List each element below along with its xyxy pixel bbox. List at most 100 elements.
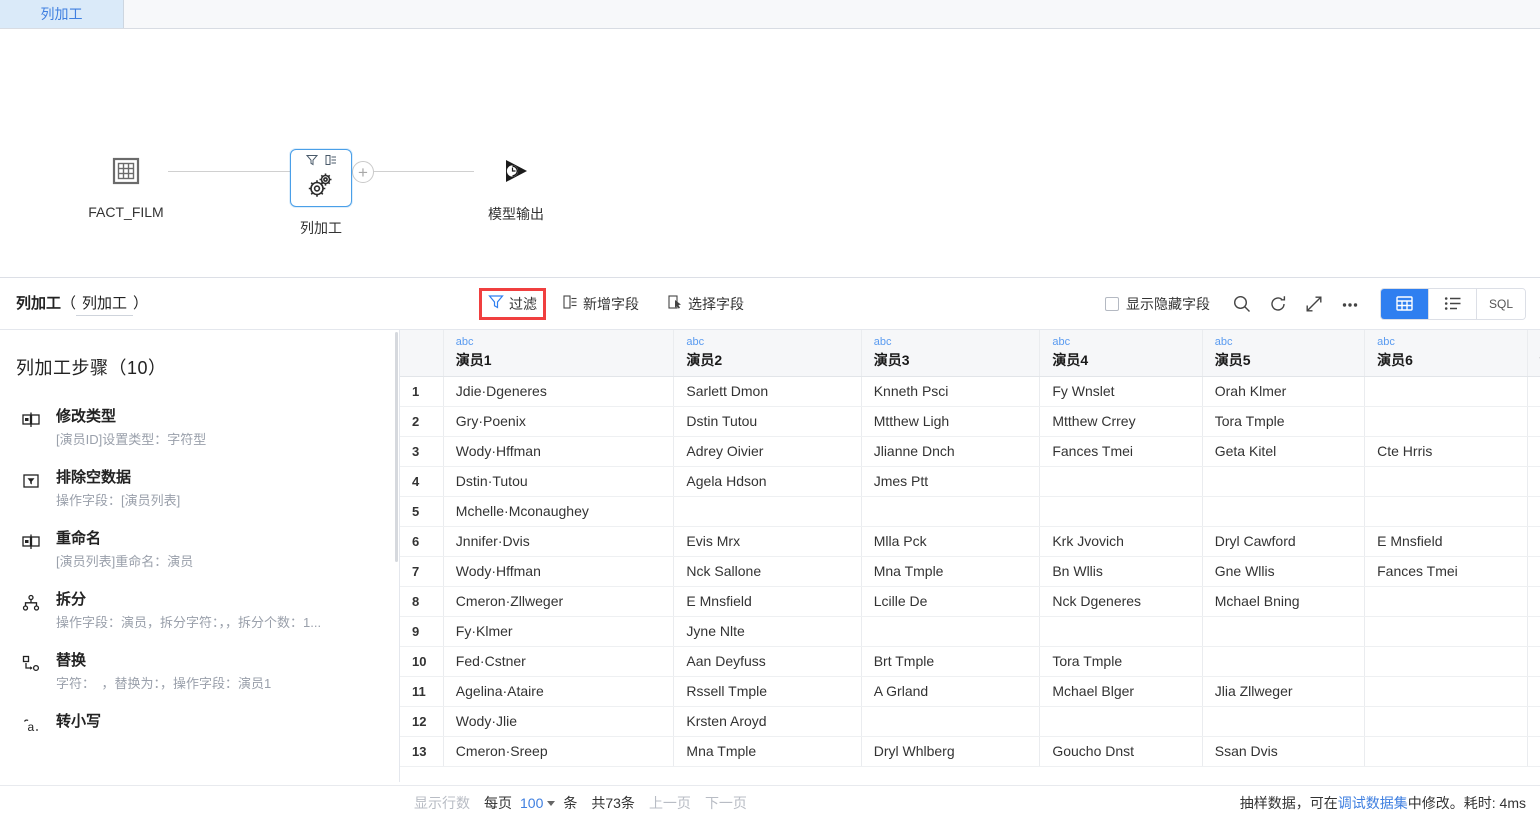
add-field-button[interactable]: 新增字段 — [554, 289, 647, 319]
view-mode-list[interactable] — [1429, 289, 1477, 319]
search-icon[interactable] — [1224, 287, 1260, 321]
cell-演员5[interactable] — [1202, 496, 1364, 526]
cell-演员7[interactable]: Mrgan Wlliams — [1527, 526, 1540, 556]
cell-演员4[interactable]: Tora Tmple — [1040, 646, 1202, 676]
table-row[interactable]: 4Dstin·TutouAgela HdsonJmes Ptt — [400, 466, 1540, 496]
table-row[interactable]: 13Cmeron·SreepMna TmpleDryl WhlbergGouch… — [400, 736, 1540, 766]
cell-演员1[interactable]: Cmeron·Sreep — [443, 736, 674, 766]
table-row[interactable]: 5Mchelle·Mconaughey — [400, 496, 1540, 526]
cell-演员3[interactable]: Jmes Ptt — [861, 466, 1040, 496]
cell-演员7[interactable] — [1527, 586, 1540, 616]
cell-演员6[interactable] — [1365, 496, 1527, 526]
view-mode-grid[interactable] — [1381, 289, 1429, 319]
cell-演员5[interactable] — [1202, 706, 1364, 736]
cell-演员3[interactable] — [861, 706, 1040, 736]
expand-icon[interactable] — [1296, 287, 1332, 321]
next-page-button[interactable]: 下一页 — [705, 793, 747, 813]
cell-演员2[interactable]: Rssell Tmple — [674, 676, 861, 706]
cell-演员6[interactable] — [1365, 466, 1527, 496]
cell-演员3[interactable] — [861, 496, 1040, 526]
table-row[interactable]: 11Agelina·AtaireRssell TmpleA GrlandMcha… — [400, 676, 1540, 706]
table-row[interactable]: 7Wody·HffmanNck SalloneMna TmpleBn Wllis… — [400, 556, 1540, 586]
cell-演员6[interactable] — [1365, 646, 1527, 676]
debug-dataset-link[interactable]: 调试数据集 — [1338, 795, 1408, 811]
show-hidden-fields-checkbox[interactable]: 显示隐藏字段 — [1105, 294, 1210, 314]
more-icon[interactable] — [1332, 287, 1368, 321]
cell-演员7[interactable] — [1527, 706, 1540, 736]
cell-演员6[interactable] — [1365, 736, 1527, 766]
cell-演员6[interactable] — [1365, 376, 1527, 406]
step-item-rename[interactable]: 重命名 [演员列表]重命名：演员 — [0, 520, 399, 581]
cell-演员6[interactable]: E Mnsfield — [1365, 526, 1527, 556]
cell-演员4[interactable] — [1040, 466, 1202, 496]
step-name-input[interactable]: 列加工 — [76, 292, 133, 316]
cell-演员3[interactable]: Mtthew Ligh — [861, 406, 1040, 436]
column-header-2[interactable]: abc 演员2 — [674, 330, 861, 376]
step-item-exclude-null[interactable]: 排除空数据 操作字段：[演员列表] — [0, 459, 399, 520]
cell-演员7[interactable]: Cris Dpp — [1527, 436, 1540, 466]
cell-演员5[interactable]: Jlia Zllweger — [1202, 676, 1364, 706]
filter-button[interactable]: 过滤 — [479, 288, 546, 320]
cell-演员1[interactable]: Jnnifer·Dvis — [443, 526, 674, 556]
cell-演员2[interactable]: Nck Sallone — [674, 556, 861, 586]
cell-演员6[interactable] — [1365, 676, 1527, 706]
cell-演员5[interactable]: Geta Kitel — [1202, 436, 1364, 466]
cell-演员1[interactable]: Wody·Hffman — [443, 556, 674, 586]
cell-演员1[interactable]: Mchelle·Mconaughey — [443, 496, 674, 526]
table-row[interactable]: 9Fy·KlmerJyne Nlte — [400, 616, 1540, 646]
column-header-6[interactable]: abc 演员6 — [1365, 330, 1527, 376]
cell-演员4[interactable]: Mchael Blger — [1040, 676, 1202, 706]
cell-演员2[interactable]: Adrey Oivier — [674, 436, 861, 466]
cell-演员5[interactable]: Tora Tmple — [1202, 406, 1364, 436]
table-row[interactable]: 8Cmeron·ZllwegerE MnsfieldLcille DeNck D… — [400, 586, 1540, 616]
cell-演员4[interactable]: Bn Wllis — [1040, 556, 1202, 586]
flow-node-output[interactable]: 模型输出 — [474, 149, 558, 224]
cell-演员2[interactable]: Sarlett Dmon — [674, 376, 861, 406]
view-mode-sql[interactable]: SQL — [1477, 289, 1525, 319]
cell-演员2[interactable]: Dstin Tutou — [674, 406, 861, 436]
refresh-icon[interactable] — [1260, 287, 1296, 321]
flow-node-transform[interactable]: 列加工 — [290, 149, 352, 238]
cell-演员2[interactable]: Jyne Nlte — [674, 616, 861, 646]
cell-演员4[interactable]: Fances Tmei — [1040, 436, 1202, 466]
cell-演员2[interactable]: E Mnsfield — [674, 586, 861, 616]
cell-演员6[interactable] — [1365, 706, 1527, 736]
cell-演员1[interactable]: Dstin·Tutou — [443, 466, 674, 496]
tab-column-processing[interactable]: 列加工 — [0, 0, 124, 28]
cell-演员5[interactable]: Gne Wllis — [1202, 556, 1364, 586]
cell-演员6[interactable] — [1365, 406, 1527, 436]
cell-演员1[interactable]: Wody·Hffman — [443, 436, 674, 466]
step-item-change-type[interactable]: 修改类型 [演员ID]设置类型：字符型 — [0, 398, 399, 459]
column-header-7[interactable]: abc 演员7 — [1527, 330, 1540, 376]
table-row[interactable]: 10Fed·CstnerAan DeyfussBrt TmpleTora Tmp… — [400, 646, 1540, 676]
cell-演员6[interactable] — [1365, 616, 1527, 646]
cell-演员7[interactable] — [1527, 406, 1540, 436]
column-header-1[interactable]: abc 演员1 — [443, 330, 674, 376]
cell-演员4[interactable] — [1040, 496, 1202, 526]
cell-演员5[interactable] — [1202, 466, 1364, 496]
chevron-down-icon[interactable] — [547, 801, 555, 806]
cell-演员5[interactable] — [1202, 646, 1364, 676]
cell-演员4[interactable]: Krk Jvovich — [1040, 526, 1202, 556]
cell-演员1[interactable]: Fed·Cstner — [443, 646, 674, 676]
table-row[interactable]: 2Gry·PoenixDstin TutouMtthew LighMtthew … — [400, 406, 1540, 436]
cell-演员7[interactable] — [1527, 646, 1540, 676]
column-header-5[interactable]: abc 演员5 — [1202, 330, 1364, 376]
cell-演员5[interactable]: Orah Klmer — [1202, 376, 1364, 406]
prev-page-button[interactable]: 上一页 — [649, 793, 691, 813]
table-row[interactable]: 12Wody·JlieKrsten Aroyd — [400, 706, 1540, 736]
cell-演员1[interactable]: Wody·Jlie — [443, 706, 674, 736]
cell-演员6[interactable] — [1365, 586, 1527, 616]
cell-演员2[interactable]: Mna Tmple — [674, 736, 861, 766]
cell-演员7[interactable]: Hrvey Hpe — [1527, 556, 1540, 586]
cell-演员3[interactable]: Mlla Pck — [861, 526, 1040, 556]
flow-node-transform-box[interactable] — [290, 149, 352, 207]
cell-演员3[interactable]: A Grland — [861, 676, 1040, 706]
cell-演员7[interactable] — [1527, 496, 1540, 526]
cell-演员4[interactable] — [1040, 706, 1202, 736]
cell-演员2[interactable]: Krsten Aroyd — [674, 706, 861, 736]
table-row[interactable]: 6Jnnifer·DvisEvis MrxMlla PckKrk Jvovich… — [400, 526, 1540, 556]
cell-演员6[interactable]: Cte Hrris — [1365, 436, 1527, 466]
cell-演员7[interactable] — [1527, 736, 1540, 766]
cell-演员4[interactable]: Fy Wnslet — [1040, 376, 1202, 406]
